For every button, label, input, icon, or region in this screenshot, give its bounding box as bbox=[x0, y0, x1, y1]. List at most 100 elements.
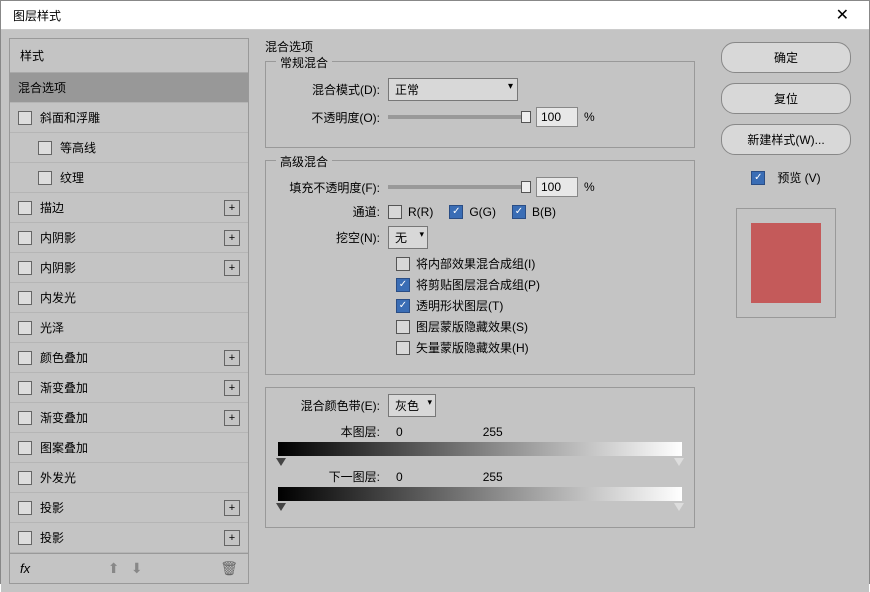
style-row[interactable]: 内阴影+ bbox=[10, 253, 248, 283]
add-effect-icon[interactable]: + bbox=[224, 350, 240, 366]
style-checkbox[interactable] bbox=[18, 231, 32, 245]
blend-mode-select[interactable]: 正常 bbox=[388, 78, 518, 101]
new-style-button[interactable]: 新建样式(W)... bbox=[721, 124, 851, 155]
style-checkbox[interactable] bbox=[18, 531, 32, 545]
preview-toggle[interactable]: ✓ 预览 (V) bbox=[751, 169, 820, 186]
style-checkbox[interactable] bbox=[18, 291, 32, 305]
blend-clipped-label: 将剪贴图层混合成组(P) bbox=[416, 276, 540, 293]
channel-b-checkbox[interactable]: ✓ bbox=[512, 205, 526, 219]
style-checkbox[interactable] bbox=[18, 501, 32, 515]
knockout-select[interactable]: 无 bbox=[388, 226, 428, 249]
style-row[interactable]: 外发光 bbox=[10, 463, 248, 493]
style-row[interactable]: 投影+ bbox=[10, 523, 248, 553]
style-row[interactable]: 内发光 bbox=[10, 283, 248, 313]
style-row[interactable]: 投影+ bbox=[10, 493, 248, 523]
add-effect-icon[interactable]: + bbox=[224, 260, 240, 276]
this-hi: 255 bbox=[483, 425, 503, 439]
under-black-stop[interactable] bbox=[276, 503, 286, 511]
style-checkbox[interactable] bbox=[18, 261, 32, 275]
reorder-arrows: ⬆ ⬇ bbox=[104, 560, 147, 577]
under-white-stop[interactable] bbox=[674, 503, 684, 511]
blend-if-select[interactable]: 灰色 bbox=[388, 394, 436, 417]
style-row[interactable]: 颜色叠加+ bbox=[10, 343, 248, 373]
blend-clipped-checkbox[interactable]: ✓ bbox=[396, 278, 410, 292]
arrow-down-icon[interactable]: ⬇ bbox=[131, 560, 143, 576]
add-effect-icon[interactable]: + bbox=[224, 230, 240, 246]
transparency-shapes-checkbox[interactable]: ✓ bbox=[396, 299, 410, 313]
channel-r-label: R(R) bbox=[408, 205, 433, 219]
style-row[interactable]: 纹理 bbox=[10, 163, 248, 193]
blend-interior-checkbox[interactable] bbox=[396, 257, 410, 271]
style-label: 颜色叠加 bbox=[40, 349, 224, 366]
right-panel: 确定 复位 新建样式(W)... ✓ 预览 (V) bbox=[711, 38, 861, 584]
vector-mask-hides-label: 矢量蒙版隐藏效果(H) bbox=[416, 339, 529, 356]
this-black-stop[interactable] bbox=[276, 458, 286, 466]
style-checkbox[interactable] bbox=[18, 201, 32, 215]
layer-mask-hides-checkbox[interactable] bbox=[396, 320, 410, 334]
style-row[interactable]: 内阴影+ bbox=[10, 223, 248, 253]
left-panel: 样式 混合选项斜面和浮雕等高线纹理描边+内阴影+内阴影+内发光光泽颜色叠加+渐变… bbox=[9, 38, 249, 584]
ok-button[interactable]: 确定 bbox=[721, 42, 851, 73]
fill-opacity-slider[interactable] bbox=[388, 185, 528, 189]
style-checkbox[interactable] bbox=[18, 381, 32, 395]
this-layer-gradient[interactable] bbox=[278, 442, 682, 456]
add-effect-icon[interactable]: + bbox=[224, 500, 240, 516]
fx-icon[interactable]: fx bbox=[20, 561, 30, 576]
center-panel: 混合选项 常规混合 混合模式(D): 正常 不透明度(O): 100 % 高级混… bbox=[261, 38, 699, 584]
vector-mask-hides-checkbox[interactable] bbox=[396, 341, 410, 355]
opacity-input[interactable]: 100 bbox=[536, 107, 578, 127]
style-label: 描边 bbox=[40, 199, 224, 216]
add-effect-icon[interactable]: + bbox=[224, 380, 240, 396]
trash-icon[interactable]: 🗑 bbox=[220, 560, 238, 577]
dialog-body: 样式 混合选项斜面和浮雕等高线纹理描边+内阴影+内阴影+内发光光泽颜色叠加+渐变… bbox=[1, 30, 869, 592]
style-label: 光泽 bbox=[40, 319, 240, 336]
preview-box bbox=[736, 208, 836, 318]
preview-label: 预览 (V) bbox=[777, 169, 820, 186]
fill-opacity-label: 填充不透明度(F): bbox=[278, 179, 388, 196]
style-label: 外发光 bbox=[40, 469, 240, 486]
channel-b-label: B(B) bbox=[532, 205, 556, 219]
style-checkbox[interactable] bbox=[18, 321, 32, 335]
style-checkbox[interactable] bbox=[18, 411, 32, 425]
style-row[interactable]: 光泽 bbox=[10, 313, 248, 343]
style-label: 纹理 bbox=[60, 169, 240, 186]
add-effect-icon[interactable]: + bbox=[224, 530, 240, 546]
channel-r-checkbox[interactable] bbox=[388, 205, 402, 219]
style-row[interactable]: 混合选项 bbox=[10, 73, 248, 103]
style-row[interactable]: 渐变叠加+ bbox=[10, 373, 248, 403]
style-label: 投影 bbox=[40, 499, 224, 516]
close-icon[interactable]: ✕ bbox=[828, 1, 857, 29]
style-row[interactable]: 渐变叠加+ bbox=[10, 403, 248, 433]
titlebar: 图层样式 ✕ bbox=[1, 1, 869, 30]
under-layer-gradient[interactable] bbox=[278, 487, 682, 501]
style-label: 投影 bbox=[40, 529, 224, 546]
reset-button[interactable]: 复位 bbox=[721, 83, 851, 114]
style-checkbox[interactable] bbox=[38, 141, 52, 155]
style-label: 内阴影 bbox=[40, 229, 224, 246]
style-label: 混合选项 bbox=[18, 79, 240, 96]
opacity-pct: % bbox=[584, 110, 595, 124]
style-checkbox[interactable] bbox=[18, 351, 32, 365]
this-white-stop[interactable] bbox=[674, 458, 684, 466]
preview-swatch bbox=[751, 223, 821, 303]
style-row[interactable]: 斜面和浮雕 bbox=[10, 103, 248, 133]
style-row[interactable]: 等高线 bbox=[10, 133, 248, 163]
arrow-up-icon[interactable]: ⬆ bbox=[108, 560, 120, 576]
style-row[interactable]: 描边+ bbox=[10, 193, 248, 223]
fill-opacity-input[interactable]: 100 bbox=[536, 177, 578, 197]
add-effect-icon[interactable]: + bbox=[224, 200, 240, 216]
transparency-shapes-label: 透明形状图层(T) bbox=[416, 297, 503, 314]
add-effect-icon[interactable]: + bbox=[224, 410, 240, 426]
style-checkbox[interactable] bbox=[38, 171, 52, 185]
style-row[interactable]: 图案叠加 bbox=[10, 433, 248, 463]
style-checkbox[interactable] bbox=[18, 111, 32, 125]
style-label: 图案叠加 bbox=[40, 439, 240, 456]
style-checkbox[interactable] bbox=[18, 441, 32, 455]
section-title: 混合选项 bbox=[265, 38, 695, 55]
channel-g-checkbox[interactable]: ✓ bbox=[449, 205, 463, 219]
opacity-slider[interactable] bbox=[388, 115, 528, 119]
preview-checkbox[interactable]: ✓ bbox=[751, 171, 765, 185]
style-label: 内阴影 bbox=[40, 259, 224, 276]
channels-group: R(R) ✓G(G) ✓B(B) bbox=[388, 205, 556, 219]
style-checkbox[interactable] bbox=[18, 471, 32, 485]
